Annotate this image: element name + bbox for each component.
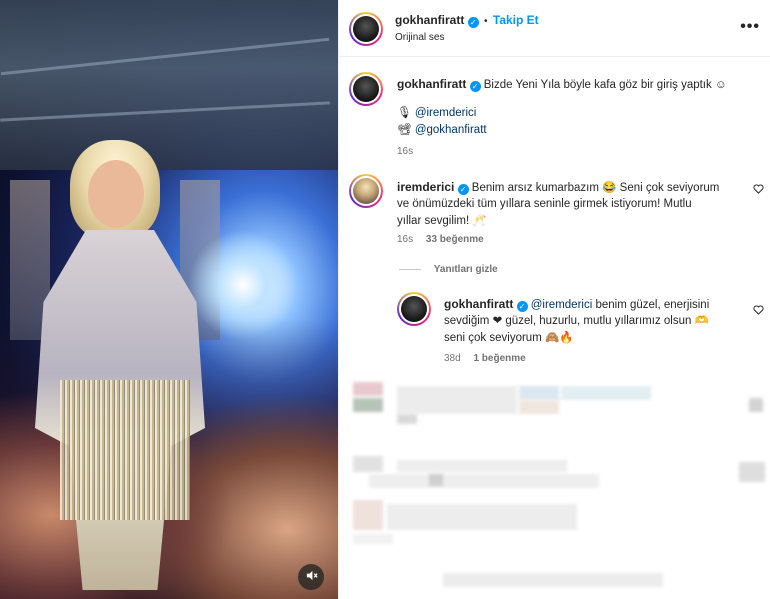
blurred-comment (561, 386, 651, 400)
ceiling-backdrop (0, 0, 338, 170)
mute-button[interactable] (298, 564, 324, 590)
blurred-comment (397, 460, 567, 472)
post-header: gokhanfiratt ✓ • Takip Et Orijinal ses •… (339, 0, 770, 57)
comment-text: ve önümüzdeki tüm yıllara seninle girmek… (397, 198, 692, 210)
mention-link[interactable]: @gokhanfiratt (415, 124, 487, 136)
header-title-row: gokhanfiratt ✓ • Takip Et (395, 13, 539, 28)
verified-badge-icon: ✓ (516, 301, 528, 312)
caption-avatar[interactable] (349, 72, 383, 106)
caption: gokhanfiratt ✓ Bizde Yeni Yıla böyle kaf… (397, 76, 757, 94)
reply-text: sevdiğim ❤ güzel, huzurlu, mutlu yılları… (444, 315, 709, 327)
credit-line: 🎙 @iremderici (397, 105, 476, 122)
verified-badge-icon: ✓ (467, 17, 479, 28)
verified-badge-icon: ✓ (457, 184, 469, 195)
separator-dot: • (484, 16, 488, 27)
blurred-avatar (353, 456, 383, 472)
blurred-comment (353, 534, 393, 544)
commenter-username[interactable]: iremderici (397, 180, 454, 194)
reply: gokhanfiratt ✓ @iremderici benim güzel, … (444, 296, 754, 314)
blurred-avatar (353, 382, 383, 396)
caption-username[interactable]: gokhanfiratt (397, 77, 466, 91)
reply-username[interactable]: gokhanfiratt (444, 297, 513, 311)
mention-link[interactable]: @iremderici (531, 299, 593, 311)
reply-text: seni çok seviyorum 🙈🔥 (444, 332, 574, 344)
blurred-comment (519, 386, 559, 400)
microphone-icon: 🎙 (397, 107, 412, 119)
commenter-avatar[interactable] (349, 174, 383, 208)
comment-timestamp[interactable]: 16s (397, 234, 413, 245)
reply-meta: 38d 1 beğenme (444, 353, 526, 364)
like-heart-icon[interactable] (753, 305, 764, 318)
more-options-icon[interactable]: ••• (740, 18, 760, 36)
reply-timestamp[interactable]: 38d (444, 353, 461, 364)
caption-text: Bizde Yeni Yıla böyle kafa göz bir giriş… (483, 79, 727, 91)
reply-text: benim güzel, enerjisini (595, 299, 710, 311)
speaker-muted-icon (305, 569, 318, 585)
comment: iremderici ✓ Benim arsız kumarbazım 😂 Se… (397, 179, 747, 197)
post-video[interactable] (0, 0, 338, 599)
reply-avatar[interactable] (397, 292, 431, 326)
blurred-heart (749, 398, 763, 412)
blurred-comment (397, 414, 417, 424)
performer-face (88, 160, 144, 228)
blurred-footer (443, 573, 663, 587)
caption-timestamp[interactable]: 16s (397, 146, 413, 157)
reply-divider (399, 268, 421, 270)
blurred-comment (429, 474, 443, 486)
blurred-comment (369, 474, 599, 488)
author-avatar[interactable] (349, 12, 383, 46)
verified-badge-icon: ✓ (469, 81, 481, 92)
mention-link[interactable]: @iremderici (415, 107, 477, 119)
blurred-comment (387, 504, 577, 530)
post-details-panel: gokhanfiratt ✓ • Takip Et Orijinal ses •… (338, 0, 770, 599)
like-heart-icon[interactable] (753, 184, 764, 197)
comment-text: Benim arsız kumarbazım 😂 Seni çok seviyo… (471, 182, 720, 194)
hide-replies-label: Yanıtları gizle (433, 264, 498, 275)
hide-replies-button[interactable]: Yanıtları gizle (399, 264, 498, 275)
credit-line: 📽 @gokhanfiratt (397, 122, 487, 139)
audio-label[interactable]: Orijinal ses (395, 32, 444, 43)
blurred-avatar (353, 500, 383, 530)
dress-fringe (60, 380, 190, 520)
blurred-avatar (353, 398, 383, 412)
reply-likes[interactable]: 1 beğenme (473, 353, 525, 364)
author-username[interactable]: gokhanfiratt (395, 13, 464, 27)
comment-meta: 16s 33 beğenme (397, 234, 484, 245)
follow-button[interactable]: Takip Et (493, 13, 539, 27)
comment-text: yıllar sevgilim! 🥂 (397, 215, 487, 227)
blurred-comment (397, 386, 517, 414)
camera-icon: 📽 (397, 124, 412, 136)
blurred-comment (519, 400, 559, 414)
blurred-heart (739, 462, 765, 482)
comment-likes[interactable]: 33 beğenme (426, 234, 484, 245)
